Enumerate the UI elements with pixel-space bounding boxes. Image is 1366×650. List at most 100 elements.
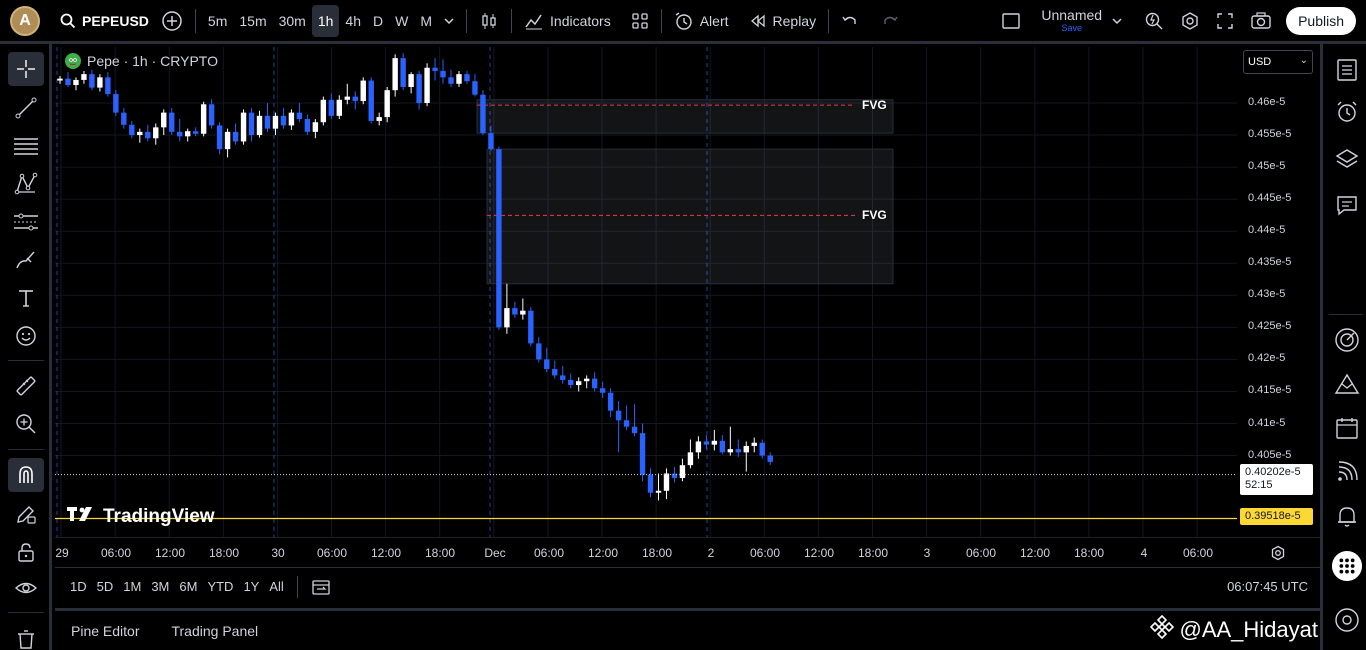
time-tick: 06:00 xyxy=(1182,546,1214,560)
chart-legend[interactable]: Pepe · 1h · CRYPTO xyxy=(65,53,218,69)
alert-button[interactable]: Alert xyxy=(668,5,735,37)
magnet-tool[interactable] xyxy=(8,458,44,492)
brush-tool[interactable] xyxy=(8,243,44,277)
remove-drawings-tool[interactable] xyxy=(8,622,44,650)
undo-icon xyxy=(842,16,856,24)
user-avatar[interactable]: A xyxy=(10,5,40,36)
text-tool[interactable] xyxy=(8,281,44,315)
candle-body xyxy=(392,58,398,91)
crosshair-tool[interactable] xyxy=(8,52,44,86)
timeframe-4h[interactable]: 4h xyxy=(339,5,367,37)
chart-type-button[interactable] xyxy=(473,5,505,37)
timeframe-dropdown[interactable] xyxy=(438,5,460,37)
chart-pane[interactable]: Pepe · 1h · CRYPTO FVG FVG TradingView xyxy=(55,47,1237,537)
range-1y[interactable]: 1Y xyxy=(238,574,264,600)
range-1m[interactable]: 1M xyxy=(118,574,146,600)
smiley-icon xyxy=(16,326,36,346)
templates-button[interactable] xyxy=(625,5,655,37)
candle-body xyxy=(440,70,446,78)
candle-body xyxy=(528,310,534,344)
ideas-button[interactable] xyxy=(1331,324,1363,356)
measure-tool[interactable] xyxy=(8,369,44,403)
range-ytd[interactable]: YTD xyxy=(202,574,238,600)
undo-button[interactable] xyxy=(835,5,865,37)
hide-drawings-tool[interactable] xyxy=(8,571,44,605)
alerts-panel-button[interactable] xyxy=(1331,96,1363,128)
price-scale[interactable]: USD ⌄ 0.46e-5 0.455e-5 0.45e-5 0.445e-5 … xyxy=(1237,47,1320,537)
chat-icon xyxy=(1337,196,1357,216)
time-axis[interactable]: 29 06:00 12:00 18:00 30 06:00 12:00 18:0… xyxy=(55,537,1320,567)
help-button[interactable] xyxy=(1331,604,1363,636)
layout-save-label[interactable]: Save xyxy=(1061,24,1082,33)
candle-body xyxy=(448,77,454,84)
forecast-tool[interactable] xyxy=(8,205,44,239)
candle-body xyxy=(344,96,350,100)
streams-button[interactable] xyxy=(1331,368,1363,400)
rewind-icon xyxy=(750,14,765,27)
replay-button[interactable]: Replay xyxy=(743,5,823,37)
signals-button[interactable] xyxy=(1331,456,1363,488)
settings-button[interactable] xyxy=(1174,5,1206,37)
symbol-search-button[interactable]: PEPEUSD xyxy=(54,5,155,37)
stay-in-drawing-tool[interactable] xyxy=(8,497,44,531)
layout-dropdown[interactable] xyxy=(1106,5,1128,37)
candle-body xyxy=(240,112,247,142)
timeframe-w[interactable]: W xyxy=(389,5,414,37)
publish-button[interactable]: Publish xyxy=(1286,6,1356,35)
separator xyxy=(1329,314,1363,315)
candle-body xyxy=(288,112,295,126)
range-5d[interactable]: 5D xyxy=(92,574,119,600)
timeframe-5m[interactable]: 5m xyxy=(202,5,233,37)
candle-body xyxy=(153,127,159,139)
utc-clock[interactable]: 06:07:45 UTC xyxy=(1227,579,1308,594)
watchlist-button[interactable] xyxy=(1331,54,1363,86)
lock-icon xyxy=(18,543,34,562)
timeframe-30m[interactable]: 30m xyxy=(273,5,312,37)
calendar-button[interactable] xyxy=(1331,412,1363,444)
currency-select[interactable]: USD ⌄ xyxy=(1243,50,1313,74)
price-tick: 0.405e-5 xyxy=(1248,448,1292,461)
notifications-button[interactable] xyxy=(1331,500,1363,532)
pattern-tool[interactable] xyxy=(8,167,44,201)
price-tick: 0.425e-5 xyxy=(1248,320,1292,333)
fib-tool[interactable] xyxy=(8,129,44,163)
candle-body xyxy=(631,426,638,434)
crosshair-icon xyxy=(17,60,35,78)
timeframe-1h[interactable]: 1h xyxy=(311,4,340,37)
tab-trading-panel[interactable]: Trading Panel xyxy=(171,623,258,639)
zoom-tool[interactable] xyxy=(8,407,44,441)
go-to-date-button[interactable] xyxy=(306,574,336,600)
timeframe-15m[interactable]: 15m xyxy=(233,5,272,37)
redo-button[interactable] xyxy=(875,5,905,37)
range-6m[interactable]: 6M xyxy=(174,574,202,600)
apps-grid-icon xyxy=(1331,550,1363,582)
indicators-button[interactable]: Indicators xyxy=(518,5,617,37)
range-1d[interactable]: 1D xyxy=(65,574,92,600)
candle-body xyxy=(352,96,358,102)
chats-button[interactable] xyxy=(1331,189,1363,221)
snapshot-button[interactable] xyxy=(1244,5,1278,37)
object-tree-button[interactable] xyxy=(1331,143,1363,175)
axis-settings-button[interactable] xyxy=(1270,545,1286,566)
range-all[interactable]: All xyxy=(264,574,288,600)
trendline-tool[interactable] xyxy=(8,91,44,125)
fullscreen-button[interactable] xyxy=(1210,5,1240,37)
currency-label: USD xyxy=(1248,56,1272,68)
price-chart[interactable] xyxy=(55,47,1237,537)
compare-symbol-button[interactable] xyxy=(155,5,189,37)
candle-body xyxy=(312,122,319,132)
icon-tool[interactable] xyxy=(8,319,44,353)
pencil-lock-icon xyxy=(17,506,36,524)
timeframe-d[interactable]: D xyxy=(367,5,389,37)
lock-drawings-tool[interactable] xyxy=(8,535,44,569)
candle-body xyxy=(81,74,87,80)
candle-body xyxy=(224,131,231,150)
products-button[interactable] xyxy=(1331,550,1363,582)
tab-pine-editor[interactable]: Pine Editor xyxy=(71,623,139,639)
quick-search-button[interactable] xyxy=(1138,5,1170,37)
candle-body xyxy=(552,369,558,376)
layout-toggle-button[interactable] xyxy=(995,5,1027,37)
layout-name[interactable]: Unnamed Save xyxy=(1037,8,1106,33)
range-3m[interactable]: 3M xyxy=(146,574,174,600)
timeframe-m[interactable]: M xyxy=(414,5,438,37)
